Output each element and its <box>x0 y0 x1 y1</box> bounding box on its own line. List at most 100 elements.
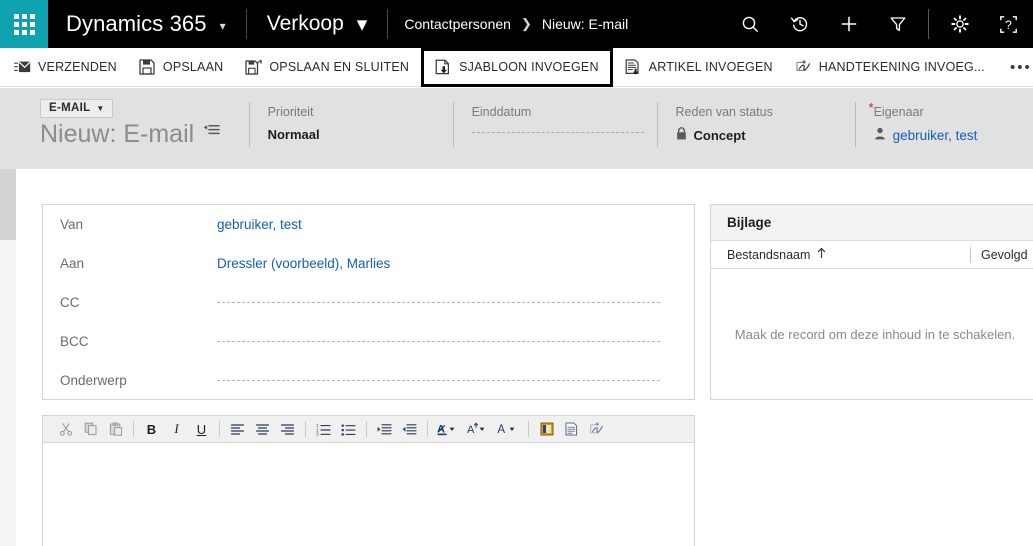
command-bar: VERZENDEN OPSLAAN OPSLAAN EN SLUITEN SJA… <box>0 47 1033 87</box>
command-overflow-button[interactable]: ••• <box>996 48 1033 87</box>
lock-icon <box>676 127 687 143</box>
record-header-title-block: E-MAIL ▼ Nieuw: E-mail <box>0 88 249 169</box>
svg-text:A: A <box>467 424 475 436</box>
command-verzenden[interactable]: VERZENDEN <box>0 48 128 87</box>
attachment-panel-title: Bijlage <box>711 205 1033 241</box>
attachment-panel: Bijlage Bestandsnaam Gevolgd Maak de rec… <box>710 204 1033 400</box>
field-input-bcc[interactable] <box>217 341 660 342</box>
breadcrumb-parent[interactable]: Contactpersonen <box>404 16 511 32</box>
numbered-list-icon[interactable]: 123 <box>311 417 336 441</box>
header-field-prioriteit: Prioriteit Normaal <box>250 88 453 169</box>
command-opslaan[interactable]: OPSLAAN <box>128 48 234 87</box>
command-sjabloon-invoegen[interactable]: SJABLOON INVOEGEN <box>421 47 613 87</box>
brand-dynamics365[interactable]: Dynamics 365 ▾ <box>48 0 246 48</box>
field-input-cc[interactable] <box>217 302 660 303</box>
attachment-empty-message: Maak de record om deze inhoud in te scha… <box>734 326 1016 342</box>
command-handtekening-invoegen[interactable]: HANDTEKENING INVOEG... <box>784 48 996 87</box>
align-right-icon[interactable] <box>275 417 300 441</box>
chevron-down-icon: ▾ <box>356 12 368 36</box>
font-size-icon[interactable]: A <box>463 417 493 441</box>
insert-article-icon[interactable] <box>559 417 584 441</box>
paste-icon[interactable] <box>103 417 128 441</box>
email-fields-card: Van gebruiker, test Aan Dressler (voorbe… <box>42 204 695 400</box>
toolbar-divider <box>366 421 367 437</box>
toolbar-divider <box>305 421 306 437</box>
cut-icon[interactable] <box>53 417 78 441</box>
history-icon[interactable] <box>775 0 824 48</box>
command-label: VERZENDEN <box>38 60 117 74</box>
email-row-cc: CC <box>43 283 694 322</box>
italic-label: I <box>174 421 179 436</box>
command-artikel-invoegen[interactable]: ARTIKEL INVOEGEN <box>614 48 784 87</box>
search-icon[interactable] <box>726 0 775 48</box>
insert-signature-icon[interactable] <box>584 417 609 441</box>
field-input-onderwerp[interactable] <box>217 380 660 381</box>
field-value-aan[interactable]: Dressler (voorbeeld), Marlies <box>217 256 678 271</box>
align-left-icon[interactable] <box>225 417 250 441</box>
dynamics365-email-form-page: Dynamics 365 ▾ Verkoop ▾ Contactpersonen… <box>0 0 1033 546</box>
header-field-value: Normaal <box>267 127 320 143</box>
chevron-right-icon: ❯ <box>520 16 532 31</box>
header-field-label: Prioriteit <box>267 105 314 119</box>
command-opslaan-en-sluiten[interactable]: OPSLAAN EN SLUITEN <box>234 48 420 87</box>
help-icon[interactable]: ? <box>984 0 1033 48</box>
sort-ascending-icon <box>816 247 827 262</box>
form-body: Van gebruiker, test Aan Dressler (voorbe… <box>0 169 1033 546</box>
bulleted-list-icon[interactable] <box>336 417 361 441</box>
copy-icon[interactable] <box>78 417 103 441</box>
left-gutter <box>16 169 26 546</box>
breadcrumb-current: Nieuw: E-mail <box>541 16 629 32</box>
header-field-einddatum: Einddatum <box>454 88 657 169</box>
vertical-scrollbar[interactable] <box>0 169 16 546</box>
waffle-grid-icon[interactable] <box>0 0 48 48</box>
column-header-bestandsnaam[interactable]: Bestandsnaam <box>727 247 970 262</box>
email-body-textarea[interactable] <box>43 443 694 546</box>
italic-icon[interactable]: I <box>164 417 189 441</box>
scrollbar-thumb[interactable] <box>0 169 16 240</box>
email-row-onderwerp: Onderwerp <box>43 361 694 400</box>
settings-gear-icon[interactable] <box>935 0 984 48</box>
page-title: Nieuw: E-mail <box>40 120 249 149</box>
email-row-aan: Aan Dressler (voorbeeld), Marlies <box>43 244 694 283</box>
command-label: HANDTEKENING INVOEG... <box>818 60 985 74</box>
owner-link[interactable]: gebruiker, test <box>893 128 978 143</box>
column-header-gevolgd[interactable]: Gevolgd <box>981 248 1028 262</box>
attachment-column-headers: Bestandsnaam Gevolgd <box>711 241 1033 269</box>
header-field-empty-value[interactable] <box>471 132 644 134</box>
waffle-grid-dots <box>13 13 35 35</box>
insert-image-icon[interactable] <box>534 417 559 441</box>
align-center-icon[interactable] <box>250 417 275 441</box>
toolbar-divider <box>528 421 529 437</box>
toolbar-divider <box>219 421 220 437</box>
field-value-van[interactable]: gebruiker, test <box>217 217 678 232</box>
font-color-icon[interactable]: A <box>493 417 523 441</box>
caret-down-icon: ▼ <box>96 103 105 113</box>
bold-icon[interactable]: B <box>139 417 164 441</box>
record-header: E-MAIL ▼ Nieuw: E-mail Prioriteit Normaa… <box>0 88 1033 169</box>
underline-icon[interactable]: U <box>189 417 214 441</box>
add-icon[interactable] <box>824 0 873 48</box>
topbar-icon-group: ? <box>726 0 1033 48</box>
app-area-selector[interactable]: Verkoop ▾ <box>247 0 388 48</box>
header-field-label: Einddatum <box>471 105 532 119</box>
save-icon <box>139 59 156 76</box>
form-selector-icon[interactable] <box>203 123 220 143</box>
chevron-down-icon: ▾ <box>219 19 226 33</box>
entity-type-button[interactable]: E-MAIL ▼ <box>40 99 113 118</box>
insert-signature-icon <box>795 59 812 76</box>
command-label: OPSLAAN <box>162 60 224 74</box>
bold-label: B <box>146 421 157 437</box>
entity-type-label: E-MAIL <box>49 102 91 114</box>
top-navigation-bar: Dynamics 365 ▾ Verkoop ▾ Contactpersonen… <box>0 0 1033 48</box>
command-label: OPSLAAN EN SLUITEN <box>269 60 410 74</box>
svg-text:A: A <box>497 424 505 436</box>
text-highlight-icon[interactable]: A <box>433 417 463 441</box>
header-field-eigenaar: * Eigenaar gebruiker, test <box>856 88 1033 169</box>
field-label: CC <box>60 295 80 310</box>
increase-indent-icon[interactable] <box>372 417 397 441</box>
decrease-indent-icon[interactable] <box>397 417 422 441</box>
header-field-value-wrap: Concept <box>676 127 855 143</box>
insert-article-icon <box>625 59 642 76</box>
filter-icon[interactable] <box>873 0 922 48</box>
